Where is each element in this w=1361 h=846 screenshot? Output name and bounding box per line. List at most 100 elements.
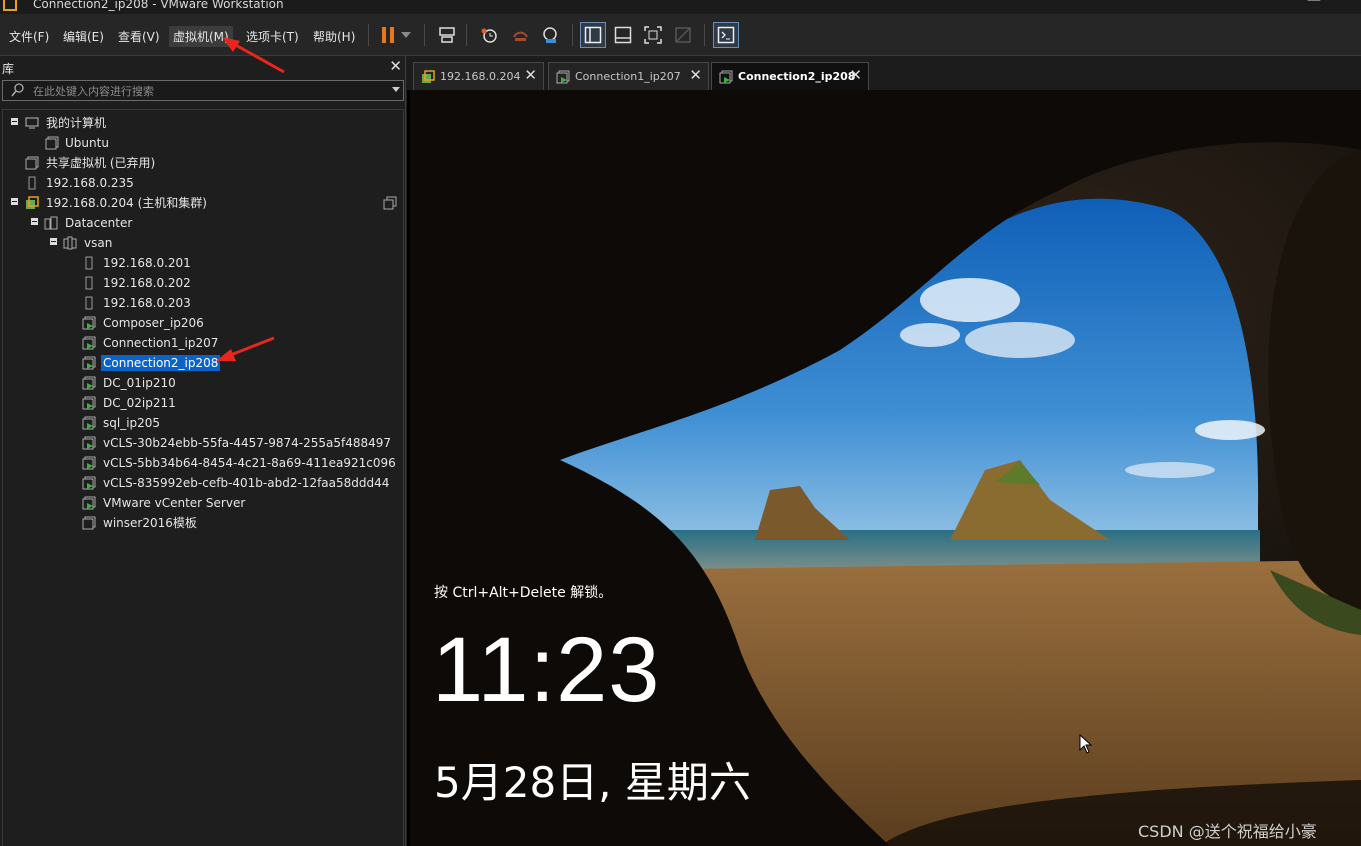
library-close-icon[interactable]: ✕ <box>389 57 402 75</box>
tree-item-vm[interactable]: DC_01ip210 <box>3 373 403 393</box>
shared-vm-icon <box>25 156 39 170</box>
collapse-icon[interactable] <box>11 198 18 205</box>
vm-running-icon <box>82 336 96 350</box>
revert-snapshot-icon[interactable] <box>507 22 533 48</box>
vm-running-icon <box>556 70 570 84</box>
vm-content-area: 192.168.0.204 ✕ Connection1_ip207 ✕ Conn… <box>407 56 1361 846</box>
mouse-cursor-icon <box>1079 734 1093 754</box>
tab-label: Connection2_ip208 <box>738 70 856 83</box>
tree-item-vm[interactable]: sql_ip205 <box>3 413 403 433</box>
menu-file[interactable]: 文件(F) <box>5 26 53 47</box>
tab-close-icon[interactable]: ✕ <box>524 66 537 84</box>
tab-label: Connection1_ip207 <box>575 70 681 83</box>
copy-icon[interactable] <box>383 196 397 210</box>
tree-item-shared-vms[interactable]: 共享虚拟机 (已弃用) <box>3 153 403 173</box>
lockscreen-date: 5月28日, 星期六 <box>434 758 751 807</box>
vm-icon <box>45 136 59 150</box>
vm-running-icon <box>82 496 96 510</box>
menu-view[interactable]: 查看(V) <box>114 26 164 47</box>
vm-console-screen[interactable]: 按 Ctrl+Alt+Delete 解锁。 11:23 5月28日, 星期六 C… <box>410 90 1361 846</box>
tree-item-label: DC_02ip211 <box>103 396 176 410</box>
tree-item-template[interactable]: winser2016模板 <box>3 513 403 533</box>
minimize-button[interactable]: — <box>1307 0 1321 8</box>
library-tree: 我的计算机 Ubuntu 共享虚拟机 (已弃用) 192.168.0.235 1… <box>2 109 404 846</box>
toolbar-separator <box>704 24 705 46</box>
tree-item-label: 192.168.0.201 <box>103 256 191 270</box>
tree-item-my-computer[interactable]: 我的计算机 <box>3 113 403 133</box>
tree-item-datacenter[interactable]: Datacenter <box>3 213 403 233</box>
datacenter-icon <box>44 216 58 230</box>
menu-tabs[interactable]: 选项卡(T) <box>242 26 303 47</box>
vm-tab-bar: 192.168.0.204 ✕ Connection1_ip207 ✕ Conn… <box>407 56 1361 90</box>
dropdown-icon[interactable] <box>398 22 414 48</box>
tree-item-host-201[interactable]: 192.168.0.201 <box>3 253 403 273</box>
server-icon <box>85 296 93 310</box>
tab-connection2[interactable]: Connection2_ip208 ✕ <box>711 62 869 90</box>
tree-item-label: Datacenter <box>65 216 133 230</box>
collapse-icon[interactable] <box>31 218 38 225</box>
send-ctrl-alt-del-icon[interactable] <box>434 22 460 48</box>
tree-item-label: 192.168.0.235 <box>46 176 134 190</box>
server-icon <box>85 256 93 270</box>
tree-item-host-235[interactable]: 192.168.0.235 <box>3 173 403 193</box>
tab-connection1[interactable]: Connection1_ip207 ✕ <box>548 62 709 90</box>
search-input[interactable] <box>31 82 375 101</box>
fullscreen-icon[interactable] <box>640 22 666 48</box>
tree-item-host-203[interactable]: 192.168.0.203 <box>3 293 403 313</box>
tab-close-icon[interactable]: ✕ <box>689 66 702 84</box>
console-view-icon[interactable] <box>713 22 739 48</box>
menu-help[interactable]: 帮助(H) <box>309 26 359 47</box>
tab-close-icon[interactable]: ✕ <box>849 66 862 84</box>
tree-item-host-202[interactable]: 192.168.0.202 <box>3 273 403 293</box>
tree-item-label: Ubuntu <box>65 136 109 150</box>
tree-item-vm-selected[interactable]: Connection2_ip208 <box>3 353 403 373</box>
tree-item-vm[interactable]: vCLS-5bb34b64-8454-4c21-8a69-411ea921c09… <box>3 453 403 473</box>
tree-item-label: 192.168.0.203 <box>103 296 191 310</box>
library-view-icon[interactable] <box>580 22 606 48</box>
tree-item-vm[interactable]: vCLS-30b24ebb-55fa-4457-9874-255a5f48849… <box>3 433 403 453</box>
collapse-icon[interactable] <box>50 238 57 245</box>
search-icon <box>11 83 24 97</box>
menu-vm[interactable]: 虚拟机(M) <box>169 26 233 47</box>
tree-item-label: 我的计算机 <box>46 116 107 130</box>
window-title: Connection2_ip208 - VMware Workstation <box>33 0 284 11</box>
tree-item-vsan[interactable]: vsan <box>3 233 403 253</box>
tree-item-label: DC_01ip210 <box>103 376 176 390</box>
vm-running-icon <box>82 416 96 430</box>
vcenter-icon <box>26 196 39 209</box>
tree-item-host-204[interactable]: 192.168.0.204 (主机和集群) <box>3 193 403 213</box>
vm-running-icon <box>82 456 96 470</box>
tree-item-vm[interactable]: Composer_ip206 <box>3 313 403 333</box>
title-bar: Connection2_ip208 - VMware Workstation — <box>0 0 1361 14</box>
thumbnail-bar-icon[interactable] <box>610 22 636 48</box>
tab-host-204[interactable]: 192.168.0.204 ✕ <box>413 62 544 90</box>
tree-item-ubuntu[interactable]: Ubuntu <box>3 133 403 153</box>
snapshot-icon[interactable] <box>476 22 502 48</box>
csdn-watermark: CSDN @送个祝福给小豪 <box>1138 822 1317 841</box>
menu-edit[interactable]: 编辑(E) <box>59 26 108 47</box>
tree-item-label: sql_ip205 <box>103 416 161 430</box>
tree-item-label: Connection1_ip207 <box>103 336 219 350</box>
tree-item-label: Composer_ip206 <box>103 316 204 330</box>
tree-item-vm[interactable]: DC_02ip211 <box>3 393 403 413</box>
vm-template-icon <box>82 516 96 530</box>
vm-running-icon <box>82 476 96 490</box>
collapse-icon[interactable] <box>11 118 18 125</box>
lockscreen-wallpaper <box>410 90 1361 846</box>
snapshot-manager-icon[interactable] <box>537 22 563 48</box>
vcenter-icon <box>422 70 435 83</box>
tree-item-label: vsan <box>84 236 113 250</box>
server-icon <box>28 176 36 190</box>
library-panel: 库 ✕ 我的计算机 Ubuntu 共享虚拟机 (已弃用) 192.168.0.2… <box>0 56 406 846</box>
toolbar-separator <box>466 24 467 46</box>
toolbar-separator <box>368 24 369 46</box>
unity-icon[interactable] <box>670 22 696 48</box>
tree-item-vm[interactable]: vCLS-835992eb-cefb-401b-abd2-12faa58ddd4… <box>3 473 403 493</box>
vm-running-icon <box>82 376 96 390</box>
tab-label: 192.168.0.204 <box>440 70 521 83</box>
search-dropdown-icon[interactable] <box>392 87 400 92</box>
library-search[interactable] <box>2 80 404 101</box>
tree-item-vm[interactable]: Connection1_ip207 <box>3 333 403 353</box>
tree-item-vm[interactable]: VMware vCenter Server <box>3 493 403 513</box>
vm-running-icon <box>82 436 96 450</box>
